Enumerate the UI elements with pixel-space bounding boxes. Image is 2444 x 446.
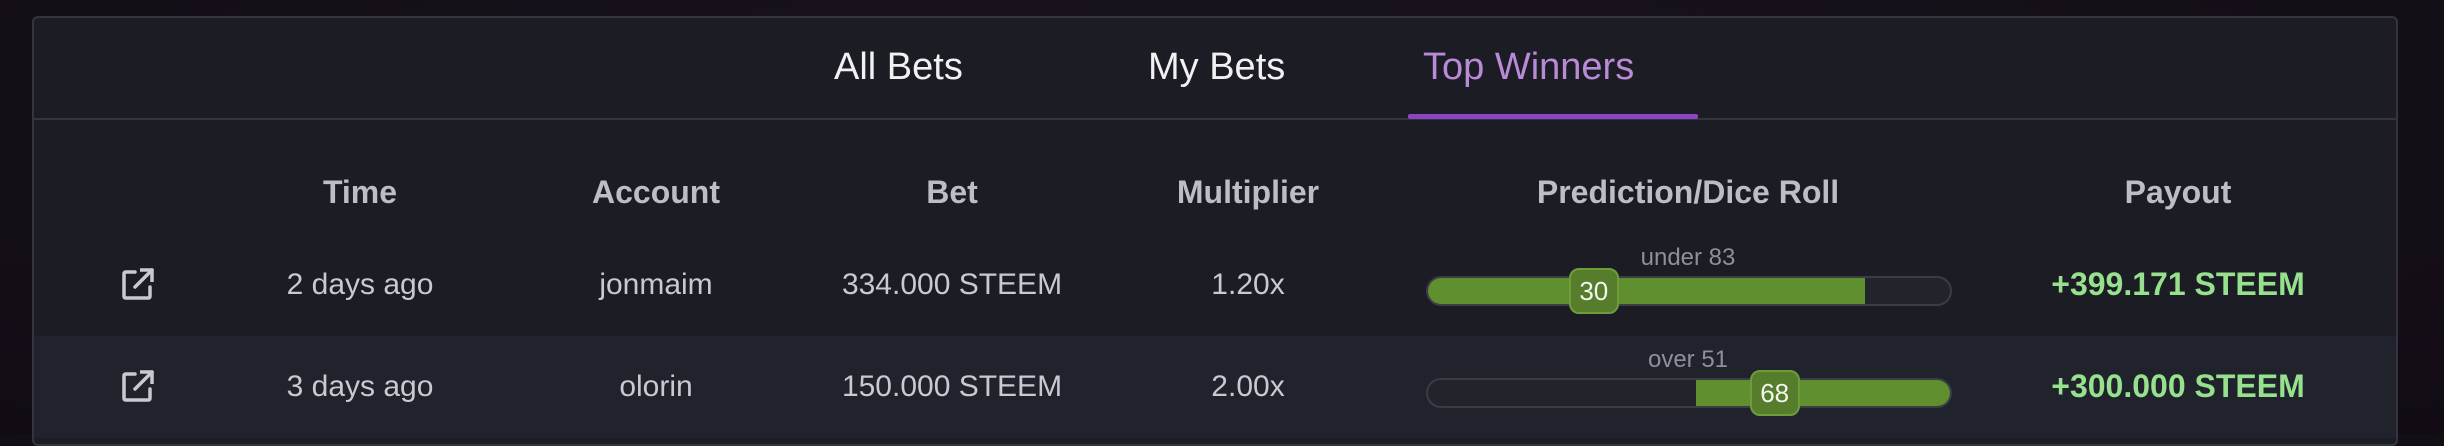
column-header-payout: Payout <box>2124 174 2232 210</box>
bet-multiplier: 1.20x <box>1211 268 1285 301</box>
bets-panel: All Bets My Bets Top Winners Time Accoun… <box>32 16 2398 446</box>
bet-time: 3 days ago <box>286 370 434 403</box>
bet-account[interactable]: jonmaim <box>599 268 712 302</box>
prediction-label: over 51 <box>1647 346 1729 373</box>
active-tab-indicator <box>1408 114 1698 119</box>
bet-amount: 150.000 STEEM <box>841 370 1063 403</box>
external-link-icon[interactable] <box>120 266 156 302</box>
column-header-account: Account <box>592 174 720 210</box>
prediction-slider-fill <box>1696 380 1950 406</box>
bet-amount: 334.000 STEEM <box>841 268 1063 301</box>
dice-roll-thumb: 30 <box>1568 268 1619 314</box>
column-header-prediction: Prediction/Dice Roll <box>1536 174 1840 210</box>
prediction-slider-track <box>1426 378 1952 408</box>
payout-amount: +399.171 STEEM <box>2051 266 2305 302</box>
column-header-bet: Bet <box>926 174 978 210</box>
external-link-icon[interactable] <box>120 368 156 404</box>
tab-my-bets[interactable]: My Bets <box>1148 46 1285 89</box>
column-header-time: Time <box>322 174 398 210</box>
prediction-slider-track <box>1426 276 1952 306</box>
payout-amount: +300.000 STEEM <box>2051 368 2305 404</box>
bet-multiplier: 2.00x <box>1211 370 1285 403</box>
tab-all-bets[interactable]: All Bets <box>834 46 963 89</box>
bet-account[interactable]: olorin <box>619 370 692 404</box>
dice-roll-thumb: 68 <box>1749 370 1800 416</box>
table-row: 2 days ago jonmaim 334.000 STEEM 1.20x u… <box>34 234 2396 336</box>
table-row: 3 days ago olorin 150.000 STEEM 2.00x ov… <box>34 336 2396 438</box>
tab-top-winners[interactable]: Top Winners <box>1423 46 1634 89</box>
bet-time: 2 days ago <box>286 268 434 301</box>
tab-bar: All Bets My Bets Top Winners <box>34 18 2396 120</box>
prediction-slider-fill <box>1428 278 1865 304</box>
column-header-multiplier: Multiplier <box>1176 174 1320 210</box>
prediction-label: under 83 <box>1640 244 1736 271</box>
